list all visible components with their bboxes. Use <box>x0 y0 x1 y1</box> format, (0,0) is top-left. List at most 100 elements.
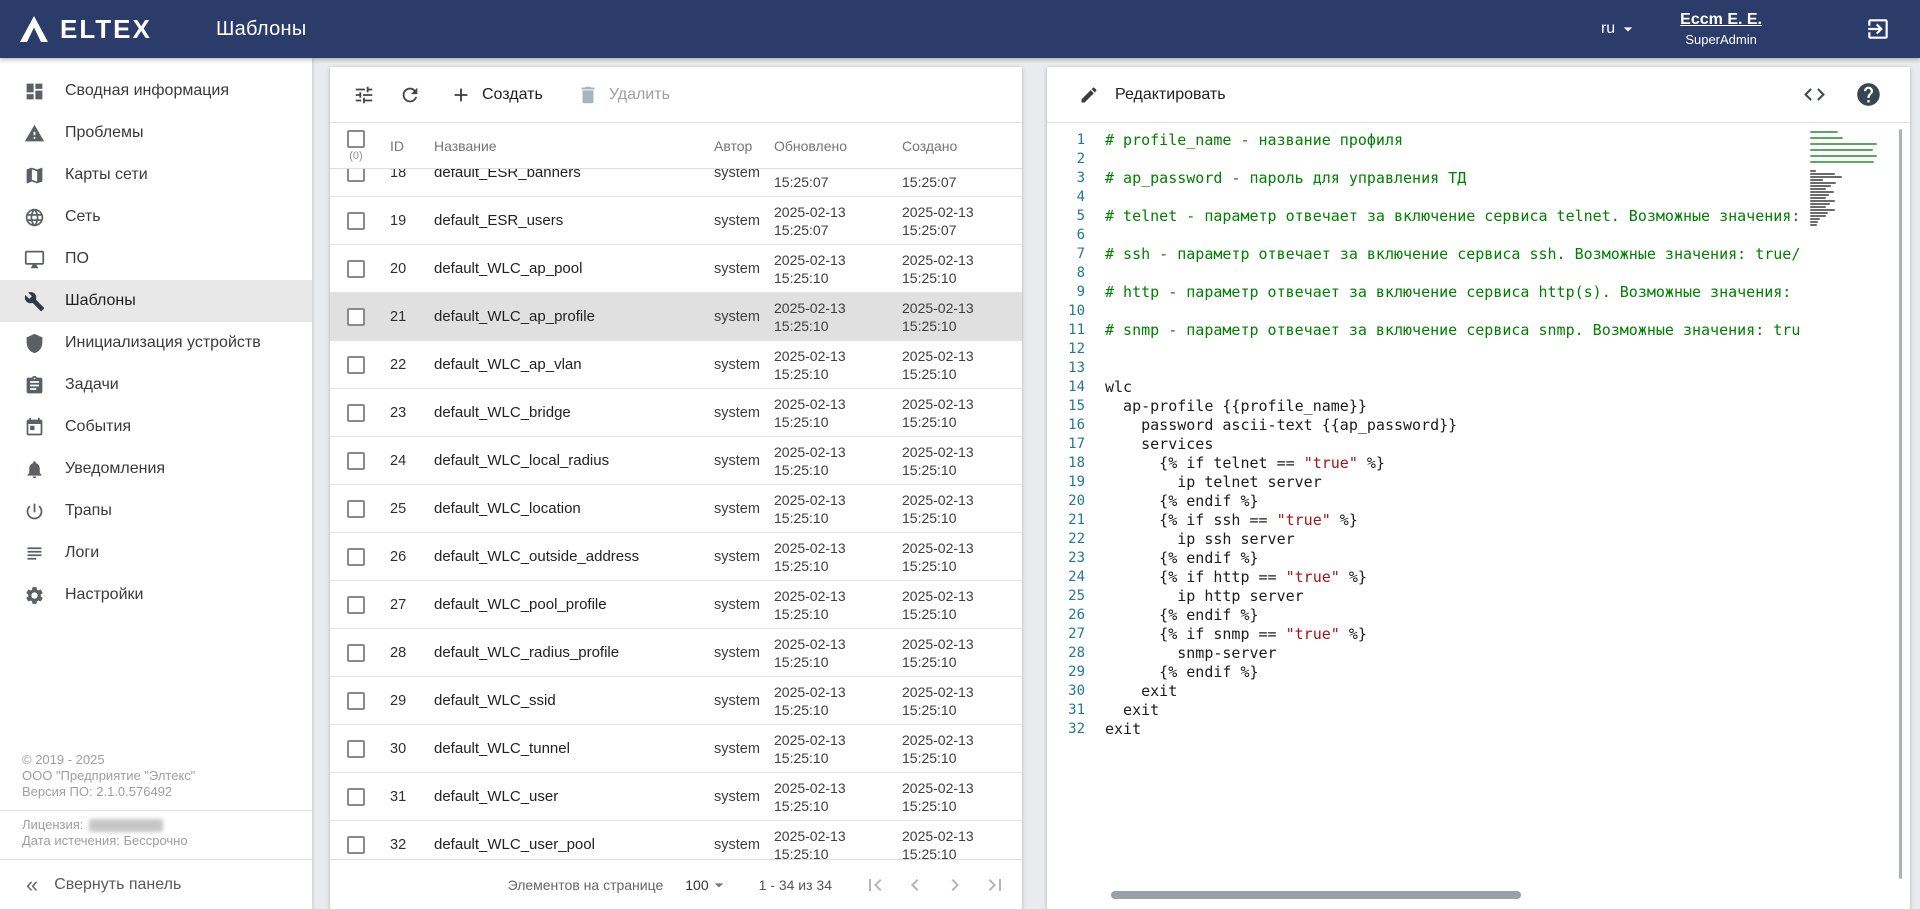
row-name: default_WLC_user <box>426 788 706 805</box>
user-name-link[interactable]: Eccm E. E. <box>1680 11 1762 29</box>
line-number: 23 <box>1047 549 1105 568</box>
row-checkbox[interactable] <box>347 692 365 710</box>
row-checkbox[interactable] <box>347 404 365 422</box>
language-selector[interactable]: ru <box>1601 19 1638 39</box>
row-name: default_WLC_ap_vlan <box>426 356 706 373</box>
sidebar-item-label: Карты сети <box>65 166 148 184</box>
table-row[interactable]: 27default_WLC_pool_profilesystem2025-02-… <box>330 581 1022 629</box>
row-checkbox[interactable] <box>347 836 365 854</box>
sidebar-item-traps[interactable]: Трапы <box>0 490 312 532</box>
row-checkbox[interactable] <box>347 169 365 182</box>
row-checkbox[interactable] <box>347 548 365 566</box>
row-name: default_WLC_location <box>426 500 706 517</box>
table-row[interactable]: 32default_WLC_user_poolsystem2025-02-131… <box>330 821 1022 859</box>
row-author: system <box>706 501 766 517</box>
table-row[interactable]: 18default_ESR_bannerssystem2025-02-1315:… <box>330 169 1022 197</box>
help-button[interactable] <box>1848 75 1888 115</box>
editor-minimap[interactable] <box>1806 131 1892 227</box>
delete-button[interactable]: Удалить <box>563 76 684 114</box>
templates-table-body: 18default_ESR_bannerssystem2025-02-1315:… <box>330 169 1022 859</box>
next-page-button[interactable] <box>938 868 972 902</box>
line-number: 24 <box>1047 568 1105 587</box>
user-menu[interactable]: Eccm E. E. SuperAdmin <box>1680 11 1762 47</box>
last-page-button[interactable] <box>978 868 1012 902</box>
code-view-button[interactable] <box>1794 75 1834 115</box>
table-row[interactable]: 21default_WLC_ap_profilesystem2025-02-13… <box>330 293 1022 341</box>
row-created: 2025-02-1315:25:10 <box>894 827 1022 860</box>
table-row[interactable]: 20default_WLC_ap_poolsystem2025-02-1315:… <box>330 245 1022 293</box>
table-row[interactable]: 22default_WLC_ap_vlansystem2025-02-1315:… <box>330 341 1022 389</box>
table-row[interactable]: 25default_WLC_locationsystem2025-02-1315… <box>330 485 1022 533</box>
sidebar-item-label: ПО <box>65 250 89 268</box>
app-body: Сводная информацияПроблемы Карты сети Сеть… <box>0 58 1920 909</box>
table-row[interactable]: 24default_WLC_local_radiussystem2025-02-… <box>330 437 1022 485</box>
row-checkbox[interactable] <box>347 500 365 518</box>
refresh-button[interactable] <box>390 75 430 115</box>
sidebar-item-notifications[interactable]: Уведомления <box>0 448 312 490</box>
row-checkbox[interactable] <box>347 788 365 806</box>
code-line-text: # http - параметр отвечает за включение … <box>1105 283 1800 302</box>
prev-page-button[interactable] <box>898 868 932 902</box>
line-number: 28 <box>1047 644 1105 663</box>
row-checkbox[interactable] <box>347 644 365 662</box>
collapse-panel-button[interactable]: « Свернуть панель <box>0 859 312 909</box>
editor-vertical-scrollbar[interactable] <box>1899 129 1902 879</box>
column-header-name: Название <box>426 138 706 154</box>
eltex-logo-icon <box>18 13 50 45</box>
row-checkbox[interactable] <box>347 596 365 614</box>
sidebar-item-device-init[interactable]: Инициализация устройств <box>0 322 312 364</box>
logout-button[interactable] <box>1858 9 1898 49</box>
code-line-text: {% if telnet == "true" %} <box>1105 454 1385 473</box>
editor-horizontal-scrollbar[interactable] <box>1111 891 1521 899</box>
row-checkbox[interactable] <box>347 356 365 374</box>
delete-button-label: Удалить <box>609 86 670 104</box>
dashboard-icon <box>24 81 45 102</box>
table-row[interactable]: 23default_WLC_bridgesystem2025-02-1315:2… <box>330 389 1022 437</box>
select-all-checkbox[interactable] <box>347 130 365 148</box>
editor-toolbar: Редактировать <box>1047 67 1910 123</box>
filter-button[interactable] <box>344 75 384 115</box>
table-row[interactable]: 30default_WLC_tunnelsystem2025-02-1315:2… <box>330 725 1022 773</box>
row-name: default_WLC_pool_profile <box>426 596 706 613</box>
trash-icon <box>577 84 599 106</box>
sidebar-item-software[interactable]: ПО <box>0 238 312 280</box>
sidebar-item-problems[interactable]: Проблемы <box>0 112 312 154</box>
line-number: 19 <box>1047 473 1105 492</box>
table-row[interactable]: 26default_WLC_outside_addresssystem2025-… <box>330 533 1022 581</box>
row-updated: 2025-02-1315:25:10 <box>766 251 894 287</box>
first-page-button[interactable] <box>858 868 892 902</box>
row-author: system <box>706 261 766 277</box>
row-id: 24 <box>382 453 426 469</box>
sidebar-item-summary[interactable]: Сводная информация <box>0 70 312 112</box>
row-checkbox[interactable] <box>347 740 365 758</box>
table-row[interactable]: 28default_WLC_radius_profilesystem2025-0… <box>330 629 1022 677</box>
create-button[interactable]: Создать <box>436 76 557 114</box>
table-row[interactable]: 31default_WLC_usersystem2025-02-1315:25:… <box>330 773 1022 821</box>
sidebar-item-label: Сеть <box>65 208 101 226</box>
row-checkbox[interactable] <box>347 452 365 470</box>
logs-icon <box>24 543 45 564</box>
edit-button[interactable]: Редактировать <box>1079 85 1226 105</box>
row-checkbox[interactable] <box>347 260 365 278</box>
table-row[interactable]: 29default_WLC_ssidsystem2025-02-1315:25:… <box>330 677 1022 725</box>
row-name: default_WLC_outside_address <box>426 548 706 565</box>
sidebar-item-templates[interactable]: Шаблоны <box>0 280 312 322</box>
sidebar-item-events[interactable]: События <box>0 406 312 448</box>
sidebar-item-tasks[interactable]: Задачи <box>0 364 312 406</box>
calendar-icon <box>24 417 45 438</box>
column-header-author: Автор <box>706 138 766 154</box>
sidebar-item-label: События <box>65 418 131 436</box>
code-editor[interactable]: 1# profile_name - название профиля23# ap… <box>1047 123 1910 909</box>
row-checkbox[interactable] <box>347 308 365 326</box>
row-checkbox[interactable] <box>347 212 365 230</box>
line-number: 22 <box>1047 530 1105 549</box>
power-icon <box>24 501 45 522</box>
sidebar-item-network-maps[interactable]: Карты сети <box>0 154 312 196</box>
row-updated: 2025-02-1315:25:10 <box>766 347 894 383</box>
per-page-select[interactable]: 100 <box>685 875 728 895</box>
sidebar-item-logs[interactable]: Логи <box>0 532 312 574</box>
code-line-text: exit <box>1105 720 1141 739</box>
sidebar-item-settings[interactable]: Настройки <box>0 574 312 616</box>
sidebar-item-network[interactable]: Сеть <box>0 196 312 238</box>
table-row[interactable]: 19default_ESR_userssystem2025-02-1315:25… <box>330 197 1022 245</box>
